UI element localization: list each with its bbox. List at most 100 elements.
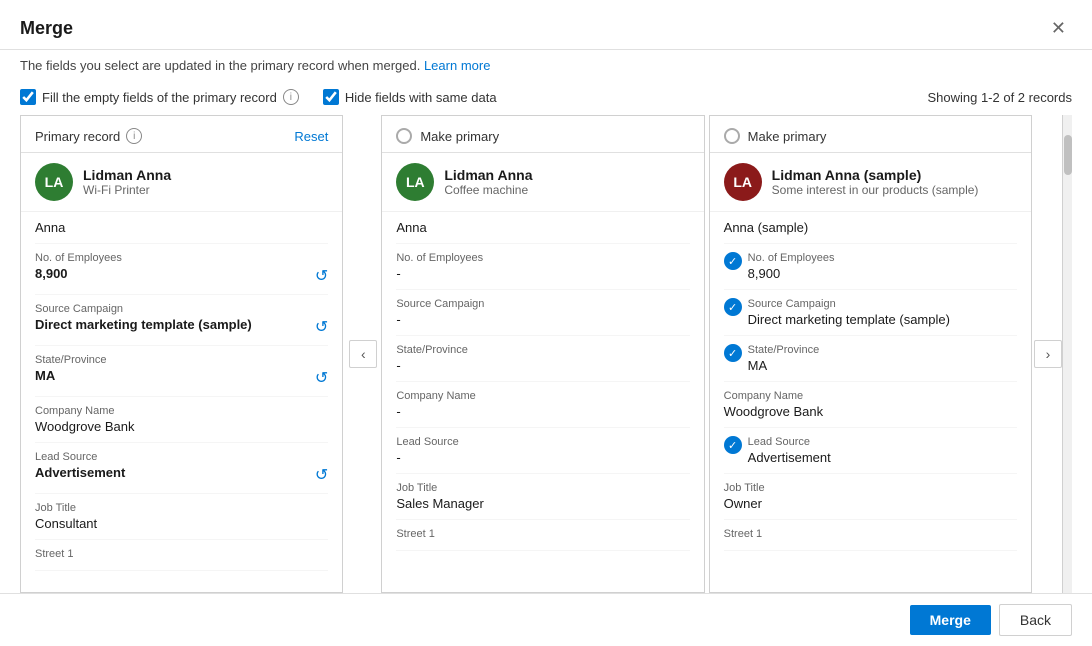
col3-street-label: Street 1 xyxy=(724,528,1017,540)
columns-container: Primary record i Reset LA Lidman Anna Wi… xyxy=(0,115,1092,593)
col1-state-row: State/Province MA ↺ xyxy=(35,346,328,397)
col3-state-value: MA xyxy=(748,358,820,373)
col3-fields: Anna (sample) ✓ No. of Employees 8,900 ✓ xyxy=(710,212,1031,592)
merge-button[interactable]: Merge xyxy=(910,605,991,635)
col3-employees-value: 8,900 xyxy=(748,266,835,281)
hide-same-checkbox-label[interactable]: Hide fields with same data xyxy=(323,89,497,105)
col1-street-row: Street 1 xyxy=(35,540,328,571)
col3-subtitle: Some interest in our products (sample) xyxy=(772,183,979,197)
primary-record-column: Primary record i Reset LA Lidman Anna Wi… xyxy=(20,115,343,593)
merge-dialog: Merge ✕ The fields you select are update… xyxy=(0,0,1092,646)
scrollbar[interactable] xyxy=(1062,115,1072,593)
col1-job-row: Job Title Consultant xyxy=(35,494,328,540)
col1-job-value: Consultant xyxy=(35,516,328,531)
col2-name: Lidman Anna xyxy=(444,167,532,183)
col3-state-label: State/Province xyxy=(748,344,820,356)
col1-source-label: Source Campaign xyxy=(35,303,315,315)
col2-job-value: Sales Manager xyxy=(396,496,689,511)
col1-state-label: State/Province xyxy=(35,354,315,366)
col2-employees-label: No. of Employees xyxy=(396,252,689,264)
col3-source-label: Source Campaign xyxy=(748,298,950,310)
col1-company-label: Company Name xyxy=(35,405,328,417)
col2-radio[interactable] xyxy=(396,128,412,144)
col3-make-primary-label: Make primary xyxy=(748,129,827,144)
col1-company-row: Company Name Woodgrove Bank xyxy=(35,397,328,443)
col2-record-card: LA Lidman Anna Coffee machine xyxy=(382,153,703,212)
col2-subtitle: Coffee machine xyxy=(444,183,532,197)
col3-employees-check: ✓ xyxy=(724,252,742,270)
scrollbar-thumb[interactable] xyxy=(1064,135,1072,175)
dialog-title: Merge xyxy=(20,18,73,39)
col1-source-value: Direct marketing template (sample) xyxy=(35,317,315,332)
nav-left-arrow[interactable]: ‹ xyxy=(349,340,377,368)
col3-job-value: Owner xyxy=(724,496,1017,511)
col1-primary-label: Primary record xyxy=(35,129,120,144)
col2-job-row: Job Title Sales Manager xyxy=(396,474,689,520)
col2-avatar: LA xyxy=(396,163,434,201)
col3-name: Lidman Anna (sample) xyxy=(772,167,979,183)
col1-employees-reset-icon[interactable]: ↺ xyxy=(315,266,328,286)
col1-source-reset-icon[interactable]: ↺ xyxy=(315,317,328,337)
col1-lead-row: Lead Source Advertisement ↺ xyxy=(35,443,328,494)
col3-source-row: ✓ Source Campaign Direct marketing templ… xyxy=(724,290,1017,336)
col2-column: Make primary LA Lidman Anna Coffee machi… xyxy=(381,115,704,593)
col3-employees-label: No. of Employees xyxy=(748,252,835,264)
dialog-footer: Merge Back xyxy=(0,593,1092,646)
nav-right-arrow[interactable]: › xyxy=(1034,340,1062,368)
col2-employees-value: - xyxy=(396,266,689,281)
col1-record-card: LA Lidman Anna Wi-Fi Printer xyxy=(21,153,342,212)
hide-same-checkbox[interactable] xyxy=(323,89,339,105)
col2-lead-row: Lead Source - xyxy=(396,428,689,474)
col3-lead-row: ✓ Lead Source Advertisement xyxy=(724,428,1017,474)
col1-fields: Anna No. of Employees 8,900 ↺ Source Cam… xyxy=(21,212,342,592)
col1-company-value: Woodgrove Bank xyxy=(35,419,328,434)
col2-street-row: Street 1 xyxy=(396,520,689,551)
fill-empty-info-icon[interactable]: i xyxy=(283,89,299,105)
learn-more-link[interactable]: Learn more xyxy=(424,58,490,73)
options-bar: Fill the empty fields of the primary rec… xyxy=(0,83,1092,115)
dialog-subtitle: The fields you select are updated in the… xyxy=(0,50,1092,83)
col1-name: Lidman Anna xyxy=(83,167,171,183)
fill-empty-checkbox[interactable] xyxy=(20,89,36,105)
col1-state-value: MA xyxy=(35,368,315,383)
col3-lead-check: ✓ xyxy=(724,436,742,454)
col2-lead-label: Lead Source xyxy=(396,436,689,448)
col2-fields: Anna No. of Employees - Source Campaign … xyxy=(382,212,703,592)
col2-state-label: State/Province xyxy=(396,344,689,356)
col2-source-row: Source Campaign - xyxy=(396,290,689,336)
col2-firstname-row: Anna xyxy=(396,212,689,244)
dialog-header: Merge ✕ xyxy=(0,0,1092,50)
col1-firstname-row: Anna xyxy=(35,212,328,244)
col1-lead-value: Advertisement xyxy=(35,465,315,480)
col2-company-value: - xyxy=(396,404,689,419)
col3-company-label: Company Name xyxy=(724,390,1017,402)
col2-source-value: - xyxy=(396,312,689,327)
col1-state-reset-icon[interactable]: ↺ xyxy=(315,368,328,388)
col1-avatar: LA xyxy=(35,163,73,201)
col1-subtitle: Wi-Fi Printer xyxy=(83,183,171,197)
col1-header: Primary record i Reset xyxy=(21,116,342,153)
col3-lead-value: Advertisement xyxy=(748,450,831,465)
col2-company-row: Company Name - xyxy=(396,382,689,428)
col3-street-row: Street 1 xyxy=(724,520,1017,551)
col2-state-value: - xyxy=(396,358,689,373)
reset-button[interactable]: Reset xyxy=(294,129,328,144)
col1-employees-value: 8,900 xyxy=(35,266,315,281)
col2-source-label: Source Campaign xyxy=(396,298,689,310)
col2-company-label: Company Name xyxy=(396,390,689,402)
col1-lead-reset-icon[interactable]: ↺ xyxy=(315,465,328,485)
back-button[interactable]: Back xyxy=(999,604,1072,636)
col1-info-icon[interactable]: i xyxy=(126,128,142,144)
col2-state-row: State/Province - xyxy=(396,336,689,382)
col3-radio[interactable] xyxy=(724,128,740,144)
close-button[interactable]: ✕ xyxy=(1045,16,1072,41)
col3-firstname-value: Anna (sample) xyxy=(724,220,1017,235)
col1-source-row: Source Campaign Direct marketing templat… xyxy=(35,295,328,346)
fill-empty-checkbox-label[interactable]: Fill the empty fields of the primary rec… xyxy=(20,89,299,105)
col2-firstname-value: Anna xyxy=(396,220,689,235)
col2-street-label: Street 1 xyxy=(396,528,689,540)
col1-street-label: Street 1 xyxy=(35,548,328,560)
col3-state-row: ✓ State/Province MA xyxy=(724,336,1017,382)
col2-employees-row: No. of Employees - xyxy=(396,244,689,290)
col1-job-label: Job Title xyxy=(35,502,328,514)
